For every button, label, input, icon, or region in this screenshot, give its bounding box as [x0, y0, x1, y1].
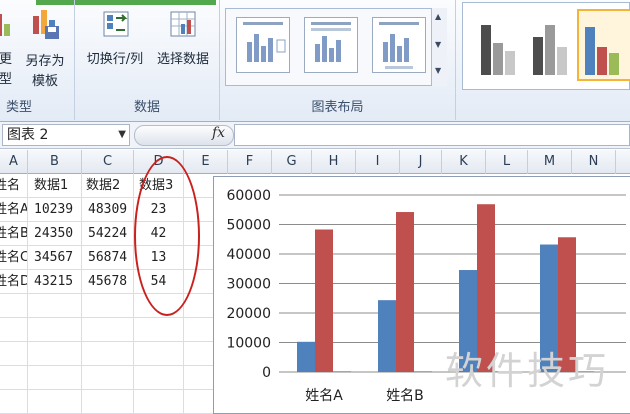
cell-name[interactable]: 姓名B [0, 222, 28, 246]
save-template-label-line2: 模板 [31, 74, 58, 89]
formula-input[interactable] [234, 124, 630, 146]
cell-data1[interactable]: 34567 [28, 246, 82, 270]
cell-data1[interactable]: 43215 [28, 270, 82, 294]
name-box-value: 图表 2 [7, 127, 49, 143]
switch-row-column-icon [102, 10, 130, 38]
save-template-icon [30, 8, 60, 40]
change-type-label-line1: 更 [0, 52, 13, 67]
column-header-c[interactable]: C [82, 150, 134, 174]
bar-series2 [396, 212, 414, 372]
cell-d1[interactable]: 数据3 [134, 174, 184, 198]
bar-series1 [540, 244, 558, 372]
cell-data2[interactable]: 56874 [82, 246, 134, 270]
select-data-button[interactable]: 选择数据 [151, 8, 215, 88]
change-chart-type-button[interactable]: 更 类型 [0, 8, 18, 92]
y-tick-label: 20000 [226, 306, 271, 322]
bar-series3 [333, 371, 351, 372]
bar-series3 [576, 371, 594, 372]
column-header-l[interactable]: L [486, 150, 528, 174]
column-header-g[interactable]: G [272, 150, 312, 174]
x-category-label: 姓名B [386, 388, 424, 404]
cell-data2[interactable]: 54224 [82, 222, 134, 246]
save-as-template-button[interactable]: 另存为 模板 [22, 8, 68, 92]
y-tick-label: 0 [262, 365, 271, 381]
chart-style-gallery [462, 2, 630, 90]
column-header-d[interactable]: D [134, 150, 184, 174]
gallery-up-icon[interactable]: ▲ [435, 12, 441, 21]
formula-bar: 图表 2 ▼ fx [0, 122, 630, 149]
chart-type-icon [0, 10, 14, 38]
chart-layout-gallery [225, 8, 447, 86]
y-tick-label: 50000 [226, 218, 271, 234]
name-box[interactable]: 图表 2 ▼ [2, 124, 130, 146]
column-header-j[interactable]: J [400, 150, 442, 174]
chart-layout-1[interactable] [236, 17, 290, 73]
column-header-e[interactable]: E [184, 150, 228, 174]
change-type-label-line2: 类型 [0, 72, 13, 87]
column-header-a[interactable]: A [0, 150, 28, 174]
select-data-label: 选择数据 [156, 52, 209, 67]
chart-style-3-selected[interactable] [577, 9, 630, 81]
cell-data3[interactable]: 54 [134, 270, 184, 294]
group-label-data: 数据 [133, 100, 160, 115]
cell-data3[interactable]: 13 [134, 246, 184, 270]
switch-row-column-button[interactable]: 切换行/列 [80, 8, 150, 88]
y-tick-label: 40000 [226, 247, 271, 263]
column-header-h[interactable]: H [312, 150, 356, 174]
y-tick-label: 10000 [226, 336, 271, 352]
cell-b1[interactable]: 数据1 [28, 174, 82, 198]
ribbon-group-data: 切换行/列 选择数据 数据 [75, 0, 220, 120]
cell-data3[interactable]: 42 [134, 222, 184, 246]
cell-a1[interactable]: 姓名 [0, 174, 28, 198]
cell-data1[interactable]: 10239 [28, 198, 82, 222]
gallery-more-icon[interactable]: ▼ [435, 66, 441, 75]
bar-series2 [558, 237, 576, 372]
gallery-down-icon[interactable]: ▼ [435, 40, 441, 49]
chart-layout-2[interactable] [304, 17, 358, 73]
chart-style-1[interactable] [473, 9, 531, 81]
bar-series1 [459, 270, 477, 372]
save-template-label-line1: 另存为 [25, 54, 65, 69]
y-tick-label: 30000 [226, 277, 271, 293]
cell-name[interactable]: 姓名C [0, 246, 28, 270]
column-header-i[interactable]: I [356, 150, 400, 174]
cell-name[interactable]: 姓名A [0, 198, 28, 222]
chart-layout-3[interactable] [372, 17, 426, 73]
switch-row-column-label: 切换行/列 [86, 52, 144, 67]
y-tick-label: 60000 [226, 188, 271, 204]
layout-gallery-scroll[interactable]: ▲ ▼ ▼ [431, 8, 447, 86]
column-header-b[interactable]: B [28, 150, 82, 174]
chart-svg: 60000 50000 40000 30000 20000 10000 0 姓名A 姓名B [226, 188, 626, 404]
cell-data3[interactable]: 23 [134, 198, 184, 222]
bar-series1 [297, 341, 315, 372]
column-header-n[interactable]: N [572, 150, 616, 174]
bar-series2 [477, 204, 495, 372]
insert-function-icon[interactable]: fx [212, 125, 225, 141]
ribbon: 更 类型 另存为 模板 类型 切换行/列 选择数据 数据 图表布局 [0, 0, 630, 122]
bar-series2 [315, 229, 333, 372]
column-headers: A B C D E F G H I J K L M N [0, 150, 630, 174]
embedded-chart[interactable]: 60000 50000 40000 30000 20000 10000 0 姓名A 姓名B [213, 176, 630, 414]
group-label-type: 类型 [5, 100, 32, 115]
bar-series3 [495, 371, 513, 372]
cell-c1[interactable]: 数据2 [82, 174, 134, 198]
ribbon-group-type: 更 类型 另存为 模板 类型 [0, 0, 75, 120]
x-category-label: 姓名A [305, 388, 343, 404]
select-data-icon [169, 10, 197, 38]
cell-data2[interactable]: 48309 [82, 198, 134, 222]
name-box-dropdown-icon[interactable]: ▼ [118, 125, 126, 145]
cell-name[interactable]: 姓名D [0, 270, 28, 294]
cell-data2[interactable]: 45678 [82, 270, 134, 294]
column-header-m[interactable]: M [528, 150, 572, 174]
bar-series3 [414, 371, 432, 372]
group-label-chart-layout: 图表布局 [311, 100, 364, 115]
column-header-f[interactable]: F [228, 150, 272, 174]
column-header-k[interactable]: K [442, 150, 486, 174]
chart-style-2[interactable] [525, 9, 583, 81]
cell-data1[interactable]: 24350 [28, 222, 82, 246]
bar-series1 [378, 300, 396, 372]
